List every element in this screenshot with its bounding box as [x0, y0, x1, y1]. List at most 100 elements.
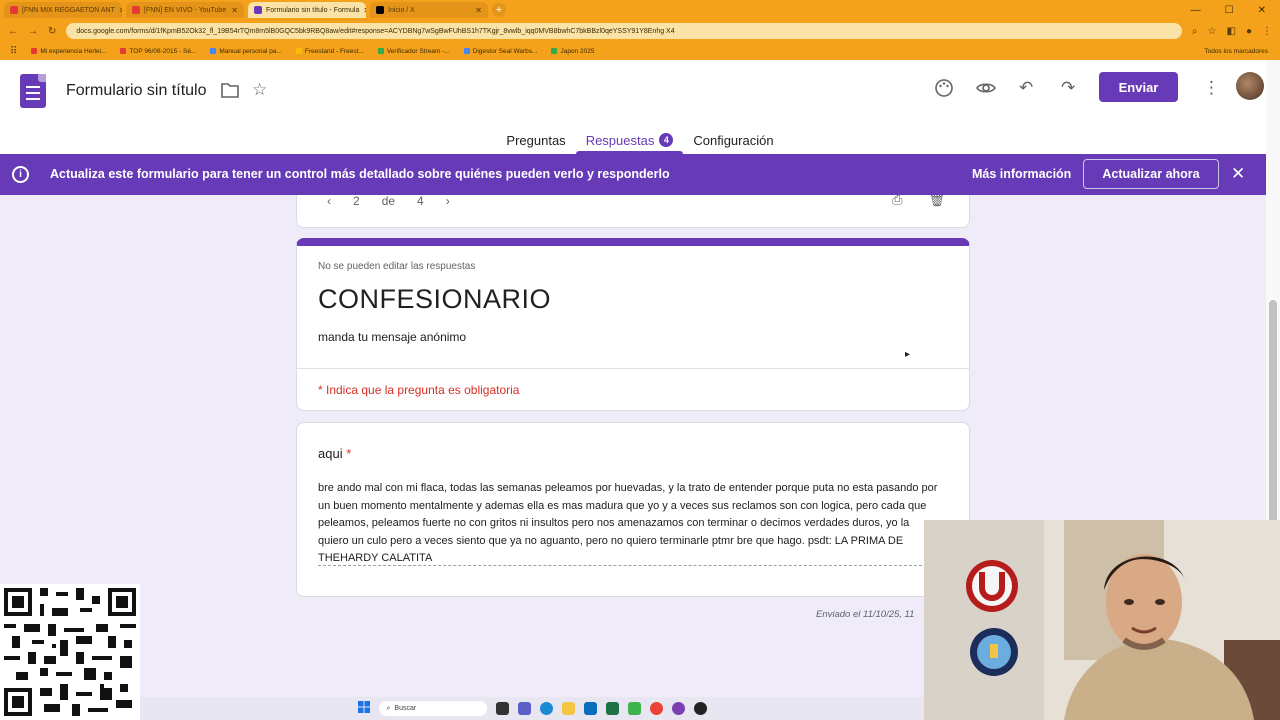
required-mark: *	[346, 446, 352, 461]
bookmark-label: TOP 96/08-2015 - Sé...	[129, 47, 197, 55]
edge-icon[interactable]	[539, 702, 553, 715]
browser-tab-label: [FNN] EN VIVO - YouTube	[144, 6, 227, 14]
current-response-number[interactable]: 2	[353, 195, 360, 208]
delete-icon[interactable]: 🗑	[928, 195, 945, 208]
close-tab-icon[interactable]: ✕	[231, 6, 238, 15]
response-navigator: ‹ 2 de 4 › ⎙ 🗑	[296, 195, 970, 228]
bookmark-item[interactable]: Digestor Seal Warbs...	[463, 47, 538, 55]
browser-tab-strip: [FNN MIX REGGAETON ANT ✕ [FNN] EN VIVO -…	[0, 0, 1280, 20]
undo-icon[interactable]: ↶	[1019, 78, 1033, 98]
bookmark-label: Manual personal pa...	[219, 47, 282, 55]
forms-header: Formulario sin título ☆ ↶ ↷ Enviar ⋮ Pre…	[0, 60, 1280, 154]
browser-tab-2[interactable]: [FNN] EN VIVO - YouTube ✕	[126, 2, 244, 18]
response-pager: ‹ 2 de 4 ›	[327, 195, 450, 208]
bookmark-item[interactable]: TOP 96/08-2015 - Sé...	[120, 48, 196, 55]
print-icon[interactable]: ⎙	[892, 195, 902, 208]
browser-menu-icon[interactable]: ⋮	[1262, 26, 1272, 37]
browser-tab-label: Inicio / X	[388, 6, 415, 14]
taskbar-search-placeholder: Buscar	[394, 705, 417, 712]
palette-icon[interactable]	[934, 78, 954, 103]
tab-label: Configuración	[693, 132, 774, 148]
minimize-icon[interactable]: —	[1191, 5, 1201, 16]
bookmark-item[interactable]: Japon 2025	[551, 48, 594, 55]
bookmark-favicon-icon	[377, 48, 384, 54]
reload-icon[interactable]: ↻	[48, 26, 56, 37]
browser-toolbar: ← → ↻ docs.google.com/forms/d/1fKpmB52Ok…	[0, 20, 1280, 42]
bookmark-item[interactable]: Mi experiencia Herlei...	[31, 48, 106, 55]
task-view-icon[interactable]	[495, 702, 509, 715]
form-document-title[interactable]: Formulario sin título	[66, 82, 207, 100]
browser-tab-1[interactable]: [FNN MIX REGGAETON ANT ✕	[4, 2, 122, 18]
google-forms-logo-icon[interactable]	[20, 74, 46, 108]
bookmark-favicon-icon	[120, 48, 127, 54]
obs-icon[interactable]	[693, 702, 707, 715]
bookmark-item[interactable]: Manual personal pa...	[210, 48, 282, 55]
x-logo-icon	[376, 6, 384, 14]
bookmark-item[interactable]: Verificador Stream -...	[377, 47, 450, 55]
close-icon[interactable]: ✕	[1231, 164, 1245, 184]
bookmark-star-icon[interactable]: ☆	[1208, 26, 1217, 37]
next-response-icon[interactable]: ›	[446, 195, 450, 208]
close-tab-icon[interactable]: ✕	[363, 6, 366, 15]
form-description: manda tu mensaje anónimo	[318, 330, 467, 344]
more-info-link[interactable]: Más información	[972, 167, 1071, 181]
response-actions: ⎙ 🗑	[892, 195, 945, 208]
bookmark-label: Digestor Seal Warbs...	[472, 47, 538, 55]
back-icon[interactable]: ←	[8, 26, 18, 37]
qr-code-graphic	[4, 588, 136, 716]
bookmark-label: Freestand - Freest...	[304, 47, 364, 55]
pager-separator: de	[381, 195, 396, 208]
preview-eye-icon[interactable]	[976, 78, 996, 103]
file-explorer-icon[interactable]	[561, 702, 575, 715]
webcam-overlay	[924, 520, 1280, 720]
question-card: aqui * bre ando mal con mi flaca, todas …	[296, 422, 970, 597]
chrome-profile-icon[interactable]	[671, 702, 685, 715]
bookmark-favicon-icon	[463, 48, 470, 54]
youtube-icon	[10, 6, 18, 14]
extensions-icon[interactable]: ◧	[1227, 26, 1236, 37]
close-tab-icon[interactable]: ✕	[475, 6, 482, 15]
total-responses: 4	[417, 195, 424, 208]
store-icon[interactable]	[583, 702, 597, 715]
send-button[interactable]: Enviar	[1099, 72, 1178, 102]
all-bookmarks-link[interactable]: Todos los marcadores	[1204, 48, 1280, 55]
browser-tab-3[interactable]: Formulario sin título - Formula ✕	[248, 2, 366, 18]
tab-preguntas[interactable]: Preguntas	[496, 126, 575, 154]
apps-grid-icon[interactable]: ⠿	[10, 46, 17, 57]
excel-icon[interactable]	[605, 702, 619, 715]
forward-icon[interactable]: →	[28, 26, 38, 37]
tab-configuracion[interactable]: Configuración	[683, 126, 783, 154]
update-now-button[interactable]: Actualizar ahora	[1083, 159, 1219, 189]
profile-icon[interactable]: ●	[1246, 26, 1252, 37]
more-options-icon[interactable]: ⋮	[1203, 78, 1220, 98]
tab-label: Respuestas	[585, 132, 655, 148]
bookmark-favicon-icon	[31, 48, 38, 54]
redo-icon[interactable]: ↷	[1061, 78, 1075, 98]
browser-tab-4[interactable]: Inicio / X ✕	[370, 2, 488, 18]
banner-message: Actualiza este formulario para tener un …	[50, 167, 670, 181]
zoom-icon[interactable]: ⌕	[1192, 26, 1198, 37]
taskbar-search[interactable]: ⌕ Buscar	[378, 701, 487, 716]
bookmark-label: Verificador Stream -...	[386, 47, 450, 55]
new-tab-button[interactable]: +	[492, 3, 506, 17]
folder-icon[interactable]	[221, 82, 239, 103]
teams-icon[interactable]	[517, 702, 531, 715]
close-window-icon[interactable]: ✕	[1258, 5, 1266, 16]
avatar[interactable]	[1236, 72, 1264, 100]
windows-taskbar: ⌕ Buscar	[140, 697, 924, 720]
form-tabs: Preguntas Respuestas 4 Configuración	[0, 126, 1280, 154]
star-icon[interactable]: ☆	[252, 80, 267, 100]
previous-response-icon[interactable]: ‹	[327, 195, 331, 208]
close-tab-icon[interactable]: ✕	[119, 6, 122, 15]
bookmark-favicon-icon	[210, 48, 217, 54]
tab-respuestas[interactable]: Respuestas 4	[575, 126, 684, 154]
maximize-icon[interactable]: ☐	[1225, 5, 1234, 16]
bookmarks-bar: ⠿ Mi experiencia Herlei... TOP 96/08-201…	[0, 42, 1280, 60]
xbox-icon[interactable]	[627, 702, 641, 715]
question-title: aqui	[318, 446, 343, 461]
chrome-icon[interactable]	[649, 702, 663, 715]
bookmark-item[interactable]: Freestand - Freest...	[295, 47, 364, 55]
windows-start-icon[interactable]	[357, 700, 370, 718]
address-bar[interactable]: docs.google.com/forms/d/1fKpmB52Ok32_fl_…	[66, 23, 1182, 39]
responses-count-badge: 4	[659, 133, 674, 147]
